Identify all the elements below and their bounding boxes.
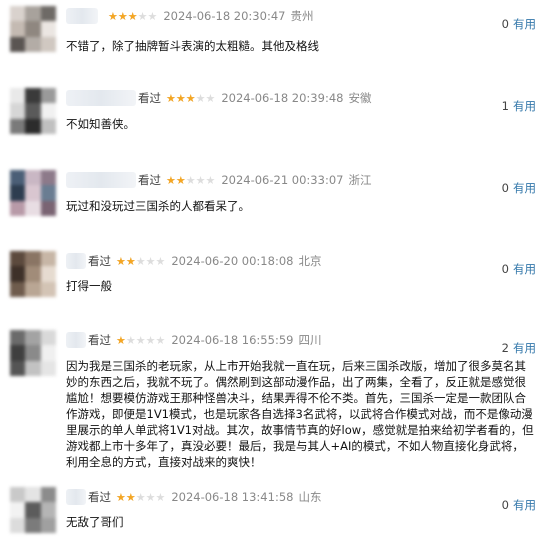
watched-status: 看过 [88,490,111,504]
useful-button[interactable]: 有用 [513,17,536,31]
watched-status: 看过 [138,91,161,105]
username-link[interactable] [66,332,86,348]
useful-button[interactable]: 有用 [513,99,536,113]
review-location: 浙江 [348,173,372,187]
useful-count: 0 [501,498,509,512]
username-link[interactable] [66,489,86,505]
review-location: 安徽 [348,91,372,105]
review-meta: 看过 ★★★★★★★★★★ 2024-06-20 00:18:08 北京 [88,253,321,270]
review-date: 2024-06-18 20:39:48 [221,91,344,105]
watched-status: 看过 [88,254,111,268]
review-location: 四川 [298,333,322,347]
review-location: 北京 [298,254,322,268]
review-meta: ★★★★★★★★★★ 2024-06-18 20:30:47 贵州 [108,8,313,25]
review-meta: 看过 ★★★★★★★★★★ 2024-06-18 13:41:58 山东 [88,489,321,506]
avatar[interactable] [10,6,56,52]
rating-stars: ★★★★★★★★★★ [116,334,166,347]
review-content: 无敌了哥们 [66,515,124,529]
rating-stars: ★★★★★★★★★★ [166,92,216,105]
username-link[interactable] [66,172,136,188]
useful-vote[interactable]: 1 有用 [502,98,536,114]
review-content: 玩过和没玩过三国杀的人都看呆了。 [66,199,250,213]
username-link[interactable] [66,90,136,106]
useful-vote[interactable]: 0 有用 [502,261,536,277]
useful-count: 0 [501,262,509,276]
review-meta: 看过 ★★★★★★★★★★ 2024-06-18 16:55:59 四川 [88,332,321,349]
useful-count: 0 [501,17,509,31]
review-meta: 看过 ★★★★★★★★★★ 2024-06-18 20:39:48 安徽 [138,90,371,107]
watched-status: 看过 [88,333,111,347]
useful-vote[interactable]: 0 有用 [502,180,536,196]
review-content: 因为我是三国杀的老玩家，从上市开始我就一直在玩，后来三国杀改版，增加了很多莫名其… [66,359,534,469]
review-location: 山东 [298,490,322,504]
avatar[interactable] [10,170,56,216]
useful-count: 0 [501,181,509,195]
review-date: 2024-06-18 16:55:59 [171,333,294,347]
useful-count: 1 [501,99,509,113]
review-meta: 看过 ★★★★★★★★★★ 2024-06-21 00:33:07 浙江 [138,172,371,189]
review-content: 打得一般 [66,279,112,293]
review-date: 2024-06-21 00:33:07 [221,173,344,187]
rating-stars: ★★★★★★★★★★ [116,491,166,504]
useful-vote[interactable]: 2 有用 [502,340,536,356]
avatar[interactable] [10,251,56,297]
useful-button[interactable]: 有用 [513,262,536,276]
rating-stars: ★★★★★★★★★★ [108,10,158,23]
watched-status: 看过 [138,173,161,187]
review-content: 不错了，除了抽牌暂斗表演的太粗糙。其他及格线 [66,39,319,53]
rating-stars: ★★★★★★★★★★ [116,255,166,268]
useful-count: 2 [501,341,509,355]
review-content: 不如知善侠。 [66,117,135,131]
review-location: 贵州 [290,9,314,23]
avatar[interactable] [10,330,56,376]
useful-vote[interactable]: 0 有用 [502,16,536,32]
avatar[interactable] [10,487,56,533]
useful-button[interactable]: 有用 [513,341,536,355]
username-link[interactable] [66,253,86,269]
review-date: 2024-06-18 20:30:47 [163,9,286,23]
useful-button[interactable]: 有用 [513,498,536,512]
useful-button[interactable]: 有用 [513,181,536,195]
review-date: 2024-06-20 00:18:08 [171,254,294,268]
username-link[interactable] [66,8,98,24]
review-date: 2024-06-18 13:41:58 [171,490,294,504]
avatar[interactable] [10,88,56,134]
rating-stars: ★★★★★★★★★★ [166,174,216,187]
useful-vote[interactable]: 0 有用 [502,497,536,513]
